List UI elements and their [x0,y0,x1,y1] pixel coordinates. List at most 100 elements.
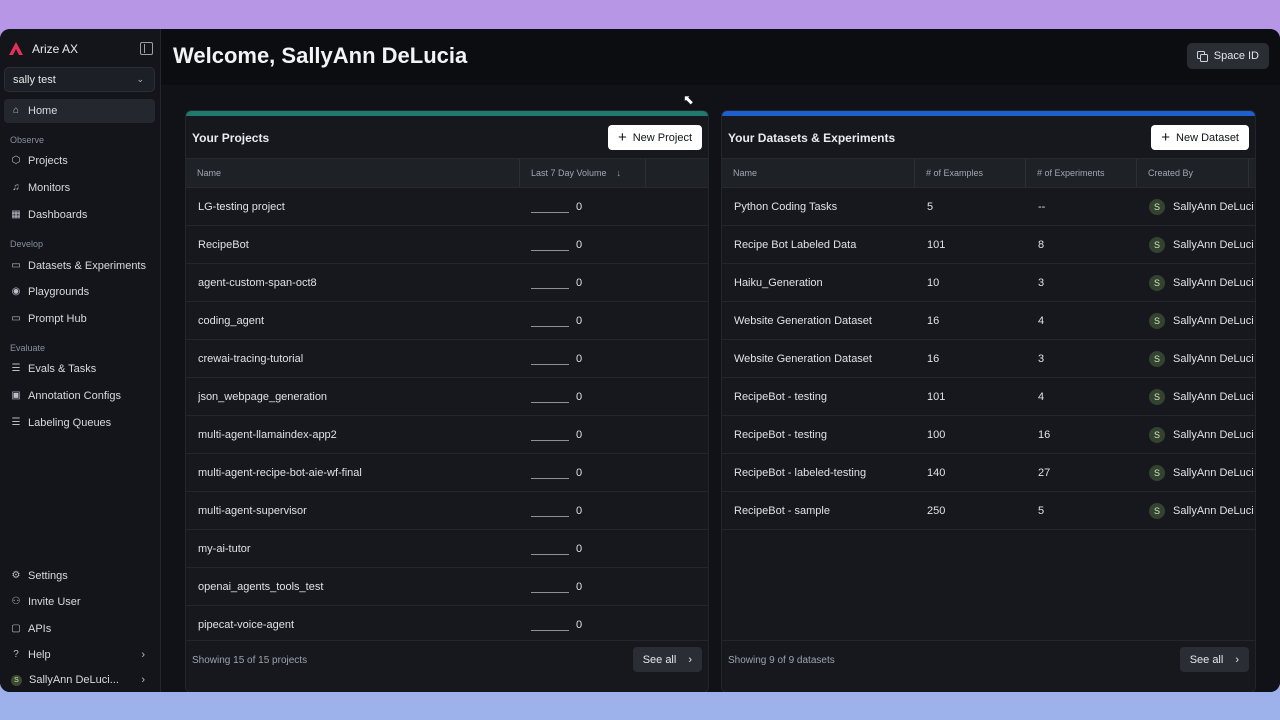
table-row[interactable]: RecipeBot - testing 101 4 S SallyAnn DeLuci [722,378,1255,416]
creator-avatar: S [1149,502,1165,519]
table-row[interactable]: RecipeBot - sample 250 5 S SallyAnn DeLuci [722,492,1255,530]
table-row[interactable]: multi-agent-supervisor 0 [186,492,708,530]
table-row[interactable]: RecipeBot 0 [186,226,708,264]
see-all-label: See all [642,653,677,666]
dataset-experiments: 4 [1038,390,1045,403]
table-row[interactable]: openai_agents_tools_test 0 [186,568,708,606]
dataset-created-by: S SallyAnn DeLuci [1149,378,1255,415]
sidebar-item-settings[interactable]: ⚙ Settings [4,564,155,588]
project-name: agent-custom-span-oct8 [198,276,317,289]
dataset-experiments: -- [1038,200,1046,213]
column-header-volume[interactable]: Last 7 Day Volume ↓ [520,159,646,187]
project-name: my-ai-tutor [198,542,251,555]
prompt-icon: ▭ [11,313,21,324]
table-row[interactable]: coding_agent 0 [186,302,708,340]
dataset-name: Python Coding Tasks [734,200,838,213]
table-row[interactable]: multi-agent-recipe-bot-aie-wf-final 0 [186,454,708,492]
sidebar-item-monitors[interactable]: ♫ Monitors [4,176,155,200]
sidebar-item-annotation-configs[interactable]: ▣ Annotation Configs [4,384,155,408]
column-header-label: Last 7 Day Volume [531,168,607,178]
volume-sparkline [531,592,569,593]
column-header-label: # of Examples [926,168,984,178]
column-header-name[interactable]: Name [186,159,520,187]
table-row[interactable]: LG-testing project 0 [186,188,708,226]
table-row[interactable]: json_webpage_generation 0 [186,378,708,416]
projects-footer: Showing 15 of 15 projects See all › [186,640,708,692]
datasets-title: Your Datasets & Experiments [728,131,896,145]
project-name: crewai-tracing-tutorial [198,352,304,365]
projects-see-all-button[interactable]: See all › [632,647,702,672]
creator-avatar: S [1149,388,1165,405]
page-title: Welcome, SallyAnn DeLucia [173,43,468,68]
datasets-see-all-button[interactable]: See all › [1179,647,1249,672]
column-header-label: Name [733,168,758,178]
column-header-examples[interactable]: # of Examples [915,159,1026,187]
table-row[interactable]: RecipeBot - labeled-testing 140 27 S SallyAn… [722,454,1255,492]
table-row[interactable]: Website Generation Dataset 16 4 S SallyAnn D… [722,302,1255,340]
table-row[interactable]: Website Generation Dataset 16 3 S SallyAnn D… [722,340,1255,378]
creator-avatar: S [1149,274,1165,291]
sidebar-item-help[interactable]: ? Help › [4,643,155,667]
table-row[interactable]: agent-custom-span-oct8 0 [186,264,708,302]
dataset-experiments: 3 [1038,352,1045,365]
project-volume: 0 [576,466,583,479]
plus-icon: + [1161,129,1171,146]
table-row[interactable]: my-ai-tutor 0 [186,530,708,568]
sidebar-user-menu[interactable]: S SallyAnn DeLuci... › [4,668,155,692]
sidebar-item-labeling-queues[interactable]: ☰ Labeling Queues [4,411,155,435]
column-header-experiments[interactable]: # of Experiments [1026,159,1137,187]
table-row[interactable]: multi-agent-llamaindex-app2 0 [186,416,708,454]
table-row[interactable]: Recipe Bot Labeled Data 101 8 S SallyAnn DeL… [722,226,1255,264]
creator-name: SallyAnn DeLuci [1173,352,1254,365]
project-name: coding_agent [198,314,265,327]
project-volume: 0 [576,352,583,365]
space-id-button[interactable]: Space ID [1186,43,1269,69]
sidebar-item-prompt-hub[interactable]: ▭ Prompt Hub [4,307,155,331]
sidebar: Arize AX sally test ⌄ ⌂ Home Observe ⬡ P… [0,29,161,692]
column-header-created-by[interactable]: Created By [1137,159,1249,187]
column-header-name[interactable]: Name [722,159,915,187]
app-window: Arize AX sally test ⌄ ⌂ Home Observe ⬡ P… [0,29,1280,692]
sidebar-item-apis[interactable]: ▢ APIs [4,617,155,641]
table-row[interactable]: Haiku_Generation 10 3 S SallyAnn DeLuci [722,264,1255,302]
volume-sparkline [531,478,569,479]
folder-icon: ▭ [11,260,21,271]
table-row[interactable]: crewai-tracing-tutorial 0 [186,340,708,378]
dataset-experiments: 16 [1038,428,1051,441]
space-selector[interactable]: sally test ⌄ [4,67,155,92]
space-id-label: Space ID [1213,50,1259,62]
sidebar-item-home[interactable]: ⌂ Home [4,99,155,123]
sidebar-item-playgrounds[interactable]: ◉ Playgrounds [4,280,155,304]
sidebar-item-label: Invite User [28,596,81,608]
table-row[interactable]: Python Coding Tasks 5 -- S SallyAnn DeLuci [722,188,1255,226]
see-all-label: See all [1189,653,1224,666]
new-dataset-button[interactable]: + New Dataset [1151,125,1249,150]
project-volume: 0 [576,276,583,289]
table-row[interactable]: RecipeBot - testing 100 16 S SallyAnn DeLuci [722,416,1255,454]
sidebar-item-evals[interactable]: ☰ Evals & Tasks [4,357,155,381]
column-header-label: Created By [1148,168,1194,178]
creator-name: SallyAnn DeLuci [1173,276,1254,289]
dataset-examples: 5 [927,200,934,213]
sidebar-item-datasets[interactable]: ▭ Datasets & Experiments [4,254,155,278]
table-row[interactable]: pipecat-voice-agent 0 [186,606,708,644]
new-project-button[interactable]: + New Project [607,125,702,150]
dataset-experiments: 4 [1038,314,1045,327]
brand[interactable]: Arize AX [8,41,78,57]
sidebar-item-label: Home [28,105,58,117]
play-circle-icon: ◉ [11,286,21,297]
list-check-icon: ☰ [11,363,21,374]
volume-sparkline [531,516,569,517]
dataset-experiments: 5 [1038,504,1045,517]
space-selector-value: sally test [13,73,56,86]
page-header: Welcome, SallyAnn DeLucia Space ID [161,29,1280,85]
dataset-examples: 100 [927,428,946,441]
chevron-right-icon: › [141,674,145,686]
datasets-accent-bar [722,111,1255,116]
sidebar-item-projects[interactable]: ⬡ Projects [4,149,155,173]
project-name: multi-agent-recipe-bot-aie-wf-final [198,466,362,479]
sidebar-item-invite-user[interactable]: ⚇ Invite User [4,590,155,614]
sidebar-item-label: Prompt Hub [28,313,87,325]
sidebar-item-dashboards[interactable]: ▦ Dashboards [4,203,155,227]
collapse-sidebar-icon[interactable] [140,42,153,55]
